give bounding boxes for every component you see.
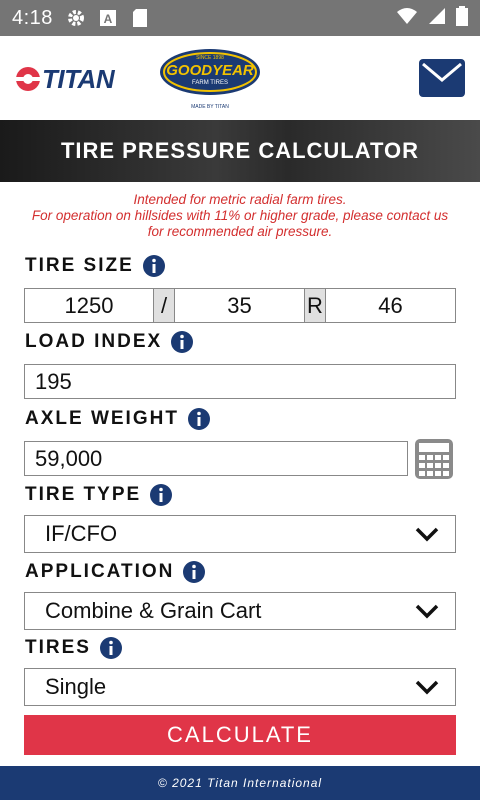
application-info-icon[interactable] (182, 560, 206, 584)
tire-type-info-icon[interactable] (149, 483, 173, 507)
application-label-row: APPLICATION (25, 560, 206, 584)
calculate-button[interactable]: CALCULATE (24, 715, 456, 755)
tire-aspect-field[interactable]: 35 (175, 289, 304, 322)
chevron-down-icon (415, 527, 439, 542)
tires-label-row: TIRES (25, 636, 123, 660)
tire-size-input-group: 1250 / 35 R 46 (24, 288, 456, 323)
tire-type-value: IF/CFO (45, 521, 118, 546)
notice-text: Intended for metric radial farm tires. F… (0, 192, 480, 240)
axle-weight-field[interactable]: 59,000 (24, 441, 408, 476)
application-label: APPLICATION (25, 561, 175, 582)
tire-size-slash: / (153, 289, 175, 322)
load-index-info-icon[interactable] (170, 330, 194, 354)
tires-label: TIRES (25, 637, 91, 658)
tire-rim-field[interactable]: 46 (326, 289, 455, 322)
tire-size-label-row: TIRE SIZE (25, 254, 166, 278)
footer-copyright: © 2021 Titan International (157, 776, 323, 790)
status-time: 4:18 (12, 6, 53, 29)
tire-width-field[interactable]: 1250 (25, 289, 153, 322)
application-select[interactable]: Combine & Grain Cart (24, 592, 456, 630)
tires-value: Single (45, 674, 107, 699)
tire-size-r: R (304, 289, 326, 322)
titan-logo[interactable]: TITAN (14, 63, 115, 94)
load-index-label-row: LOAD INDEX (25, 330, 194, 354)
gy-name: GOODYEAR (166, 62, 254, 79)
app-header: TITAN SINCE 1898 GOODYEAR FARM TIRES MAD… (0, 36, 480, 120)
chevron-down-icon (415, 604, 439, 619)
axle-weight-label: AXLE WEIGHT (25, 408, 179, 429)
title-banner: TIRE PRESSURE CALCULATOR (0, 120, 480, 182)
mail-icon (419, 59, 465, 97)
gy-sub: FARM TIRES (192, 80, 228, 86)
status-bar: 4:18 A (0, 0, 480, 36)
gy-made-by: MADE BY TITAN (191, 104, 229, 110)
load-index-label: LOAD INDEX (25, 331, 163, 352)
footer: © 2021 Titan International (0, 766, 480, 800)
signal-icon (428, 7, 446, 30)
titan-logo-text: TITAN (42, 63, 115, 94)
notice-line-3: for recommended air pressure. (147, 224, 333, 239)
tire-type-select[interactable]: IF/CFO (24, 515, 456, 553)
tires-select[interactable]: Single (24, 668, 456, 706)
sd-card-icon (129, 7, 151, 29)
battery-icon (456, 5, 468, 31)
svg-text:A: A (104, 12, 113, 26)
load-index-field[interactable]: 195 (24, 364, 456, 399)
chevron-down-icon (415, 680, 439, 695)
tire-size-label: TIRE SIZE (25, 255, 134, 276)
titan-wheel-icon (14, 67, 42, 91)
tire-type-label: TIRE TYPE (25, 484, 142, 505)
a-badge-icon: A (97, 7, 119, 29)
tire-size-info-icon[interactable] (142, 254, 166, 278)
tires-info-icon[interactable] (99, 636, 123, 660)
gy-since: SINCE 1898 (196, 55, 224, 61)
goodyear-logo[interactable]: SINCE 1898 GOODYEAR FARM TIRES MADE BY T… (158, 46, 262, 112)
axle-weight-label-row: AXLE WEIGHT (25, 407, 211, 431)
application-value: Combine & Grain Cart (45, 598, 262, 623)
gear-icon (65, 7, 87, 29)
mail-button[interactable] (418, 58, 466, 98)
axle-weight-info-icon[interactable] (187, 407, 211, 431)
wifi-icon (396, 7, 418, 30)
calculator-icon[interactable] (414, 438, 454, 480)
tire-type-label-row: TIRE TYPE (25, 483, 173, 507)
page-title: TIRE PRESSURE CALCULATOR (60, 138, 420, 163)
notice-line-2: For operation on hillsides with 11% or h… (31, 208, 449, 223)
notice-line-1: Intended for metric radial farm tires. (133, 192, 347, 207)
